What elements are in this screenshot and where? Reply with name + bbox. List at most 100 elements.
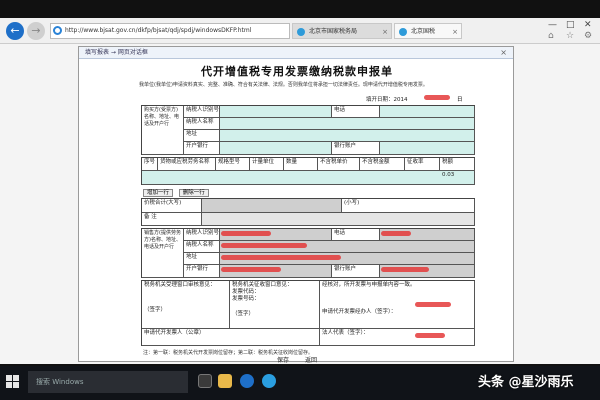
buyer-phone-label: 电话	[332, 106, 380, 118]
tab-site-icon	[297, 28, 305, 36]
buyer-phone-input[interactable]	[380, 106, 475, 118]
home-icon[interactable]: ⌂	[548, 31, 554, 41]
redacted-mark	[415, 333, 445, 338]
address-bar[interactable]: http://www.bjsat.gov.cn/dkfp/bjsat/qdj/s…	[50, 23, 290, 39]
buyer-tax-id-input[interactable]	[220, 106, 332, 118]
close-icon[interactable]: ×	[382, 24, 388, 40]
seller-address-label: 地址	[184, 253, 220, 265]
tab-beijing-national-tax-bureau[interactable]: 北京市国家税务局 ×	[292, 23, 392, 39]
row-actions: 增加一行 删除一行	[143, 188, 209, 197]
invoice-code-label: 发票代码：	[232, 289, 260, 295]
redacted-mark	[381, 231, 411, 236]
total-amount-words	[202, 199, 342, 213]
goods-column-header: 不含税单价	[318, 158, 360, 171]
seller-tax-id-label: 纳税人识别号	[184, 229, 220, 241]
buyer-address-input[interactable]	[220, 130, 475, 142]
form-actions: 保存 返回	[79, 355, 515, 364]
windows-start-icon[interactable]	[6, 375, 20, 389]
browser-window: ← → http://www.bjsat.gov.cn/dkfp/bjsat/q…	[0, 18, 600, 364]
close-icon[interactable]: ×	[452, 24, 458, 40]
tab-label: 北京国税	[411, 28, 436, 35]
buyer-name-input[interactable]	[220, 118, 475, 130]
ie-icon	[53, 26, 62, 35]
return-button[interactable]: 返回	[305, 357, 317, 364]
goods-column-header: 税额	[440, 158, 475, 171]
redacted-mark	[221, 243, 307, 248]
form-title: 代开增值税专用发票缴纳税款申报单	[201, 65, 393, 78]
remark-label: 备 注	[142, 213, 202, 226]
redacted-mark	[381, 267, 429, 272]
instructions-text: 我单位(我单位)申请资料真实、完整、准确、符合有关法律、法规。否则我单位将承担一…	[139, 82, 428, 88]
fill-date-label-text: 填开日期：	[366, 97, 394, 103]
signoff-col3-text: 经核对，所开发票与申报单内容一致。	[322, 282, 416, 288]
ie-taskbar-icon[interactable]	[262, 374, 276, 388]
signoff-col2-text: 税务机关征收窗口意见：	[232, 282, 293, 288]
fill-date-year[interactable]: 2014	[394, 97, 408, 103]
buyer-bank-label: 开户银行	[184, 142, 220, 155]
redacted-mark	[415, 302, 451, 307]
goods-column-header: 数量	[284, 158, 318, 171]
redacted-mark	[221, 267, 281, 272]
page-viewport: 填写报表 → 网页对话框 × 代开增值税专用发票缴纳税款申报单 我单位(我单位)…	[0, 44, 600, 364]
tab-beijing-tax[interactable]: 北京国税 ×	[394, 23, 462, 39]
seller-account-label: 银行账户	[332, 265, 380, 278]
goods-column-header: 计量单位	[250, 158, 284, 171]
maximize-icon[interactable]: □	[566, 20, 575, 30]
tab-label: 北京市国家税务局	[309, 28, 358, 35]
goods-column-header: 货物或应税劳务名称	[158, 158, 216, 171]
goods-column-header: 规格型号	[216, 158, 250, 171]
goods-row-tax-rate: 0.03	[440, 171, 475, 185]
tab-site-icon	[399, 28, 407, 36]
window-close-icon[interactable]: ✕	[584, 20, 592, 30]
remark-input[interactable]	[202, 213, 475, 226]
task-view-icon[interactable]	[198, 374, 212, 388]
redacted-mark	[424, 95, 450, 100]
forward-button[interactable]: →	[27, 22, 45, 40]
buyer-name-label: 纳税人名称	[184, 118, 220, 130]
buyer-address-label: 地址	[184, 130, 220, 142]
applicant-label: 申请代开发票经办人（签字）：	[322, 309, 397, 315]
taskbar-search-input[interactable]: 搜索 Windows	[28, 371, 188, 393]
goods-column-header: 征收率	[405, 158, 440, 171]
goods-column-header: 不含税金额	[360, 158, 405, 171]
seller-section-label: 销售方(提供劳务方)名称、地址、电话及开户行	[142, 229, 184, 278]
dialog-window: 填写报表 → 网页对话框 × 代开增值税专用发票缴纳税款申报单 我单位(我单位)…	[78, 46, 515, 364]
fill-date-label: 填开日期：2014	[366, 95, 408, 103]
invoice-no-label: 发票号码：	[232, 296, 260, 302]
file-explorer-icon[interactable]	[218, 374, 232, 388]
signoff-col2: 税务机关征收窗口意见： 发票代码： 发票号码： （签字）	[230, 281, 320, 329]
add-row-button[interactable]: 增加一行	[143, 189, 174, 197]
delete-row-button[interactable]: 删除一行	[178, 189, 209, 197]
dialog-header: 填写报表 → 网页对话框	[79, 47, 513, 59]
edge-icon[interactable]	[240, 374, 254, 388]
signoff-stamp2: （签字）	[232, 311, 255, 317]
fill-date-day: 日	[457, 97, 463, 103]
redacted-mark	[221, 231, 271, 236]
buyer-section: 购买方(受票方)名称、地址、电话及开户行 纳税人识别号 电话 纳税人名称 地址 …	[141, 105, 475, 155]
minimize-icon[interactable]: —	[548, 20, 557, 30]
agent-label: 法人代表（签字）：	[320, 329, 475, 346]
save-button[interactable]: 保存	[277, 357, 289, 364]
signoff-col3: 经核对，所开发票与申报单内容一致。 申请代开发票经办人（签字）：	[320, 281, 475, 329]
dialog-close-icon[interactable]: ×	[500, 47, 507, 59]
goods-table: 序号 货物或应税劳务名称 规格型号 计量单位 数量 不含税单价 不含税金额 征收率 税额 0.0…	[141, 157, 475, 185]
signoff-stamp1: （签字）	[144, 307, 167, 313]
star-icon[interactable]: ☆	[566, 31, 574, 41]
screen: ← → http://www.bjsat.gov.cn/dkfp/bjsat/q…	[0, 0, 600, 400]
redacted-mark	[221, 255, 341, 260]
gear-icon[interactable]: ⚙	[584, 31, 592, 41]
back-button[interactable]: ←	[6, 22, 24, 40]
signoff-col1: 税务机关受理窗口审核意见： （签字）	[142, 281, 230, 329]
goods-row[interactable]	[142, 171, 475, 185]
handler-label: 申请代开发票人（公章）	[142, 329, 320, 346]
buyer-bank-input[interactable]	[220, 142, 332, 155]
buyer-account-input[interactable]	[380, 142, 475, 155]
seller-bank-label: 开户银行	[184, 265, 220, 278]
seller-name-label: 纳税人名称	[184, 241, 220, 253]
watermark: 头条 @星沙雨乐	[478, 375, 574, 390]
buyer-section-label: 购买方(受票方)名称、地址、电话及开户行	[142, 106, 184, 155]
goods-column-header: 序号	[142, 158, 158, 171]
subtotal-label: (小写)	[342, 199, 475, 213]
buyer-tax-id-label: 纳税人识别号	[184, 106, 220, 118]
total-label: 价税合计(大写)	[142, 199, 202, 213]
